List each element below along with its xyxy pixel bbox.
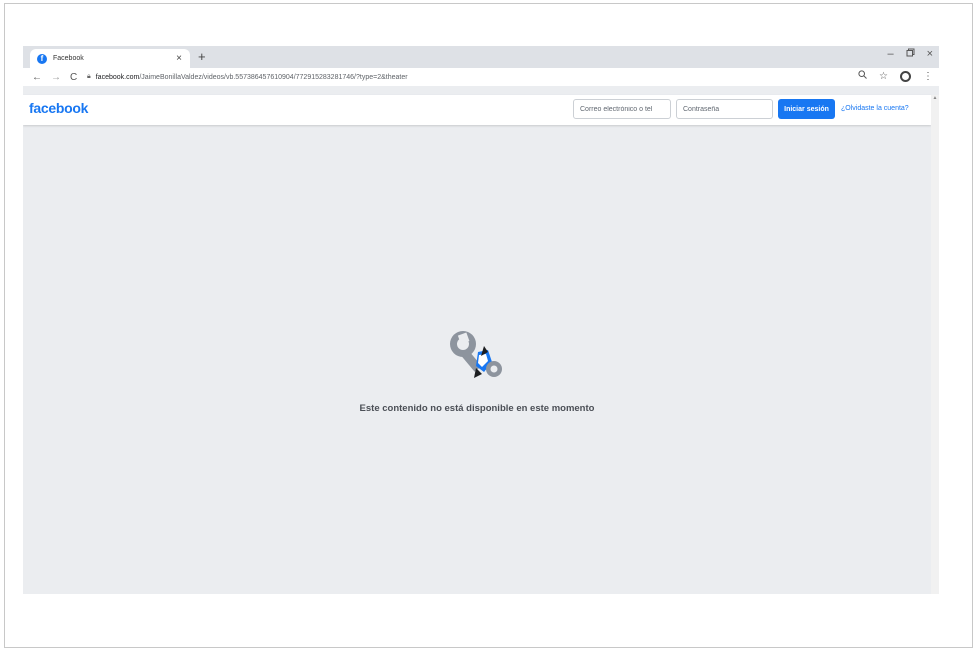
tab-title: Facebook [53,55,84,62]
url-host: facebook.com [95,73,140,81]
reload-icon[interactable]: C [70,72,77,83]
more-icon[interactable]: ⋮ [923,71,933,82]
email-field[interactable] [573,99,671,119]
tab-close-button[interactable]: × [176,53,182,64]
address-bar[interactable]: 🔒︎ facebook.com/JaimeBonillaValdez/video… [87,70,847,84]
forgot-account-link[interactable]: ¿Olvidaste la cuenta? [841,105,909,112]
facebook-header: facebook Iniciar sesión ¿Olvidaste la cu… [23,95,931,125]
url-text: facebook.com/JaimeBonillaValdez/videos/v… [96,74,408,81]
restore-icon [906,48,915,57]
minimize-button[interactable]: – [887,48,893,60]
window-controls: – × [887,48,933,60]
lock-icon: 🔒︎ [87,73,91,80]
back-arrow-icon[interactable]: ← [32,72,42,83]
tab-facebook[interactable]: f Facebook × [30,49,190,68]
profile-icon[interactable] [900,70,911,82]
zoom-icon[interactable] [858,70,867,82]
page-scrollbar[interactable]: ▲ [931,95,939,594]
facebook-favicon-icon: f [37,53,47,64]
broken-wrench-icon [450,331,502,378]
password-field[interactable] [676,99,773,119]
url-path: /JaimeBonillaValdez/videos/vb.5573864576… [139,73,408,81]
login-button[interactable]: Iniciar sesión [778,99,835,119]
scroll-up-arrow-icon[interactable]: ▲ [931,95,939,101]
new-tab-button[interactable]: + [198,49,206,64]
browser-toolbar: ← → C 🔒︎ facebook.com/JaimeBonillaValdez… [23,68,939,86]
star-icon[interactable]: ☆ [879,71,888,82]
forward-arrow-icon[interactable]: → [51,72,61,83]
browser-window: f Facebook × + – × ← → C 🔒︎ facebook.com… [23,46,939,594]
restore-button[interactable] [906,48,915,60]
tab-strip: f Facebook × + – × [23,46,939,68]
unavailable-message: Este contenido no está disponible en est… [359,403,595,414]
toolbar-actions: ☆ ⋮ [858,70,933,82]
facebook-logo[interactable]: facebook [29,100,88,116]
close-window-button[interactable]: × [927,48,933,60]
